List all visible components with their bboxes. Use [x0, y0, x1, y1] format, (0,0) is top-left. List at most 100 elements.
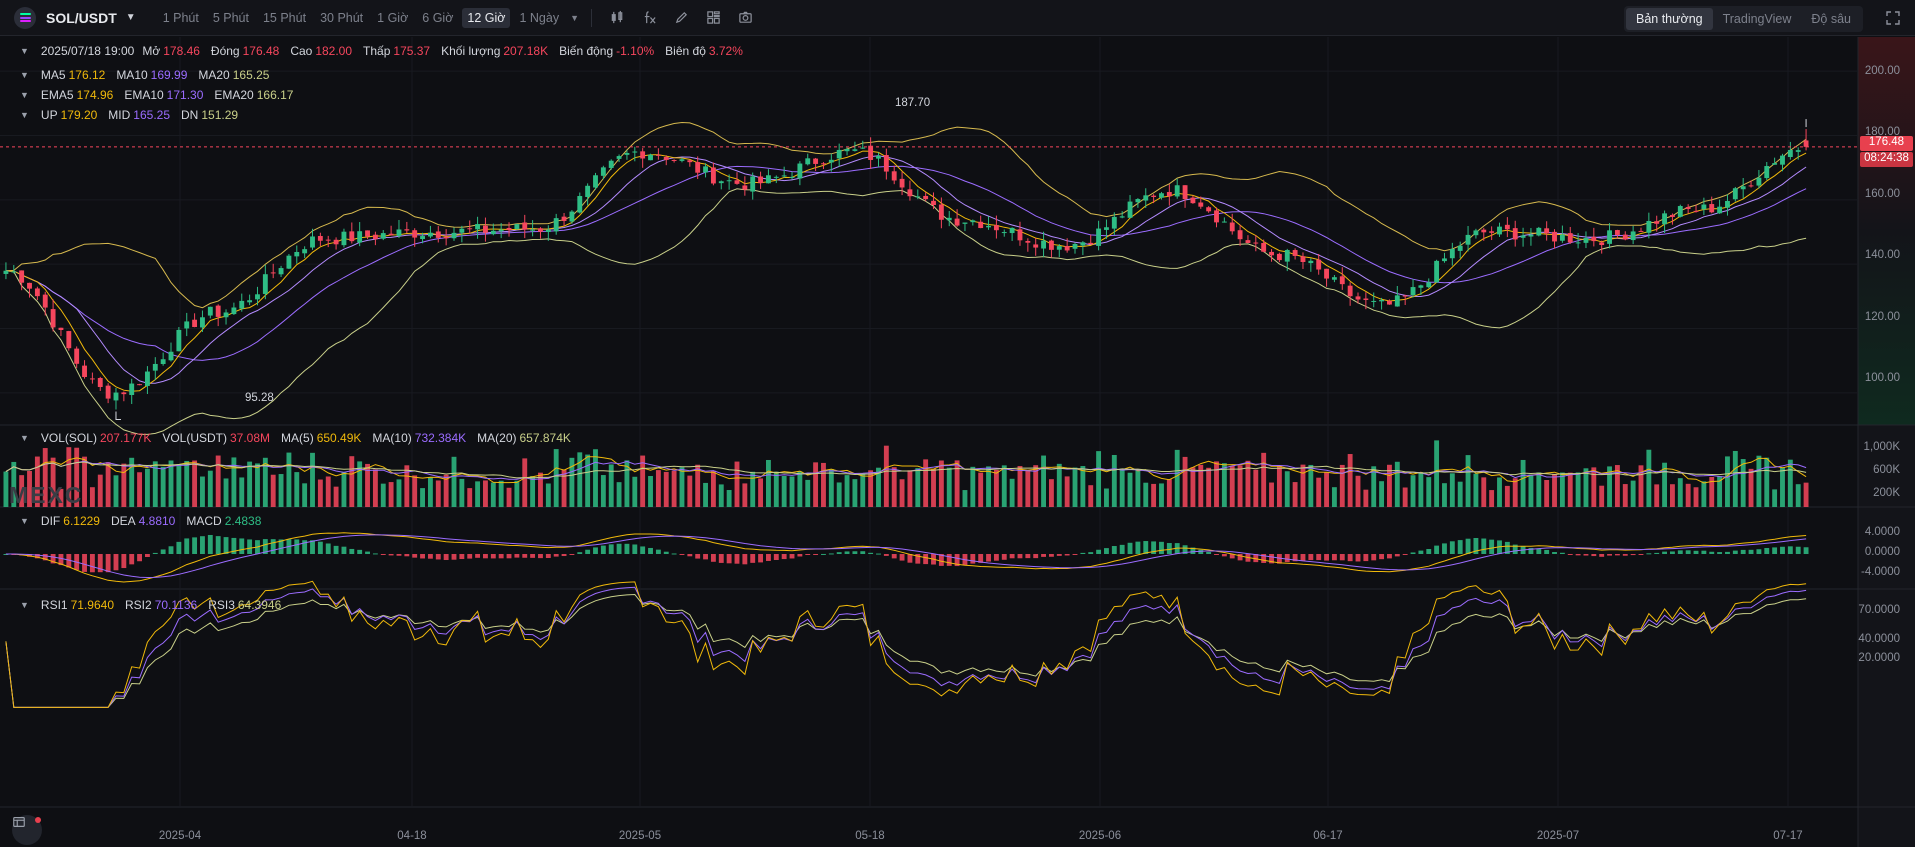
macd-histogram-bar	[144, 554, 150, 557]
volume-bar	[1347, 454, 1353, 507]
volume-bar	[679, 467, 685, 507]
chart-settings-button[interactable]	[12, 815, 42, 845]
ema-legend: ▼ EMA5 174.96 EMA10 171.30 EMA20 166.17	[20, 88, 304, 102]
interval-6h[interactable]: 6 Giờ	[417, 8, 458, 28]
candle-body	[1795, 150, 1801, 152]
interval-12h[interactable]: 12 Giờ	[462, 7, 511, 28]
candle-body	[1489, 231, 1495, 233]
candle-body	[726, 180, 732, 182]
candle-body	[475, 224, 481, 230]
more-intervals-icon[interactable]: ▼	[570, 8, 579, 28]
candle-body	[1654, 221, 1660, 224]
volume-bar	[1025, 470, 1031, 507]
volume-axis-label: 1,000K	[1863, 441, 1900, 453]
view-depth[interactable]: Độ sâu	[1801, 8, 1861, 30]
macd-histogram-bar	[427, 554, 433, 559]
vol-usdt-value: 37.08M	[230, 431, 271, 445]
candle-body	[1646, 220, 1652, 233]
interval-15m[interactable]: 15 Phút	[258, 8, 311, 28]
macd-histogram-bar	[1166, 543, 1172, 554]
macd-histogram-bar	[1308, 554, 1314, 561]
volume-bar	[1402, 487, 1408, 507]
layout-grid-icon[interactable]	[700, 5, 726, 31]
candle-body	[931, 200, 936, 205]
volume-bar	[459, 478, 465, 507]
volume-bar	[938, 460, 944, 507]
macd-histogram-bar	[82, 554, 87, 572]
candle-body	[970, 220, 976, 223]
candle-body	[765, 175, 771, 184]
volume-bar	[600, 475, 606, 507]
open-label: Mở	[142, 44, 161, 58]
macd-histogram-bar	[1693, 550, 1699, 554]
ma-legend-toggle-icon[interactable]: ▼	[20, 70, 29, 80]
macd-histogram-bar	[1559, 552, 1565, 554]
ohlc-legend-toggle-icon[interactable]: ▼	[20, 46, 29, 56]
screenshot-camera-icon[interactable]	[732, 5, 758, 31]
candle-body	[844, 148, 850, 152]
volume-ma10-line	[5, 460, 1807, 481]
candle-body	[1622, 234, 1628, 240]
candle-body	[1072, 243, 1078, 249]
candle-body	[1064, 245, 1070, 251]
chart-area[interactable]: MEXC ▼ 2025/07/18 19:00 Mở 178.46 Đóng 176…	[0, 37, 1915, 847]
boll-mid-label: MID	[108, 108, 131, 122]
candle-body	[1434, 260, 1440, 283]
vol-sol-label: VOL(SOL)	[40, 431, 97, 445]
volume-bar	[1324, 472, 1329, 507]
ema-legend-toggle-icon[interactable]: ▼	[20, 90, 29, 100]
symbol-name[interactable]: SOL/USDT	[46, 10, 117, 26]
symbol-dropdown-icon[interactable]: ▼	[126, 12, 136, 23]
indicator-fx-icon[interactable]	[636, 5, 662, 31]
candle-body	[1316, 259, 1322, 270]
candle-body	[160, 359, 166, 364]
candle-body	[435, 231, 441, 238]
view-basic[interactable]: Bản thường	[1625, 8, 1713, 30]
volume-bar	[490, 482, 496, 507]
macd-histogram-bar	[113, 554, 119, 571]
interval-1h[interactable]: 1 Giờ	[372, 8, 413, 28]
macd-histogram-bar	[585, 549, 591, 554]
macd-histogram-bar	[907, 554, 913, 563]
interval-1m[interactable]: 1 Phút	[158, 8, 204, 28]
candle-date: 2025/07/18 19:00	[40, 44, 135, 58]
x-axis-label: 2025-04	[158, 830, 202, 842]
candle-body	[1080, 242, 1086, 246]
dif-value: 6.1229	[63, 514, 100, 528]
volume-bar	[813, 462, 819, 507]
volume-bar	[1764, 457, 1770, 507]
rsi2-label: RSI2	[125, 598, 152, 612]
volume-bar	[514, 480, 520, 507]
candle-type-icon[interactable]	[604, 5, 630, 31]
fullscreen-icon[interactable]	[1885, 10, 1901, 26]
candle-body	[1709, 204, 1715, 213]
boll-dn-label: DN	[181, 108, 199, 122]
draw-pencil-icon[interactable]	[668, 5, 694, 31]
volume-bar	[1261, 452, 1267, 507]
volume-bar	[1544, 479, 1550, 507]
volume-legend-toggle-icon[interactable]: ▼	[20, 433, 29, 443]
macd-histogram-bar	[1088, 552, 1094, 554]
volume-bar	[1001, 465, 1007, 507]
macd-histogram-bar	[365, 551, 370, 554]
macd-legend-toggle-icon[interactable]: ▼	[20, 516, 29, 526]
interval-5m[interactable]: 5 Phút	[208, 8, 254, 28]
boll-legend-toggle-icon[interactable]: ▼	[20, 110, 29, 120]
volume-bar	[333, 486, 339, 507]
candle-body	[168, 351, 174, 361]
rsi-legend-toggle-icon[interactable]: ▼	[20, 600, 29, 610]
macd-histogram-bar	[1677, 550, 1683, 554]
macd-histogram-bar	[1780, 546, 1785, 554]
vol-ma20-label: MA(20)	[477, 431, 517, 445]
volume-bar	[1284, 471, 1290, 507]
volume-bar	[1701, 481, 1707, 507]
volume-bar	[593, 449, 598, 507]
interval-30m[interactable]: 30 Phút	[315, 8, 368, 28]
volume-bar	[1748, 468, 1754, 507]
volume-bar	[1190, 467, 1196, 507]
macd-histogram-bar	[1316, 554, 1322, 561]
macd-histogram-bar	[797, 554, 803, 557]
interval-1d[interactable]: 1 Ngày	[514, 8, 564, 28]
view-tradingview[interactable]: TradingView	[1713, 8, 1802, 30]
macd-histogram-bar	[1669, 551, 1675, 554]
